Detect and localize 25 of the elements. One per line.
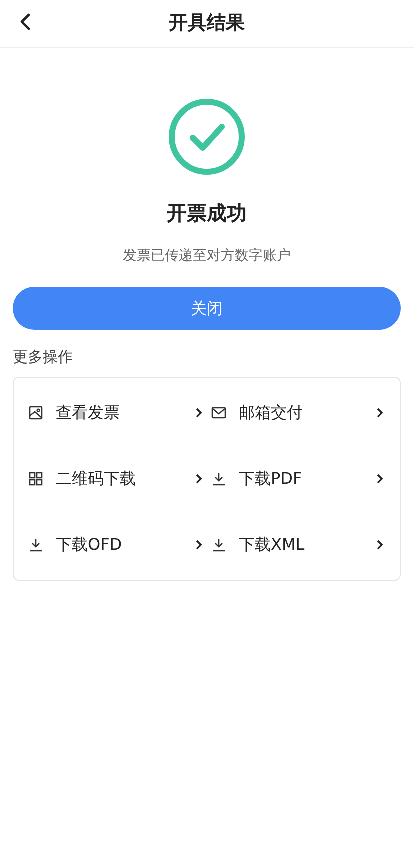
action-item[interactable]: 下载XML [207,512,400,578]
chevron-right-icon [376,538,384,550]
chevron-right-icon [195,406,203,418]
success-check-icon [168,98,246,176]
chevron-right-icon [376,406,384,418]
action-item[interactable]: 邮箱交付 [207,380,400,446]
section-title: 更多操作 [13,347,74,368]
close-button[interactable]: 关闭 [13,287,401,330]
action-item[interactable]: 下载OFD [14,512,207,578]
mail-icon [211,404,227,420]
action-item[interactable]: 下载PDF [207,446,400,512]
action-item[interactable]: 查看发票 [14,380,207,446]
download-icon [28,536,44,552]
download-icon [211,536,227,552]
chevron-right-icon [195,472,203,484]
download-icon [211,470,227,486]
result-message: 发票已传递至对方数字账户 [123,247,291,266]
chevron-right-icon [376,472,384,484]
back-icon[interactable] [19,13,31,31]
page-title: 开具结果 [169,11,245,36]
qr-code-icon [28,470,44,486]
action-item[interactable]: 二维码下载 [14,446,207,512]
picture-frame-icon [28,404,44,420]
chevron-right-icon [195,538,203,550]
result-title: 开票成功 [167,200,247,227]
